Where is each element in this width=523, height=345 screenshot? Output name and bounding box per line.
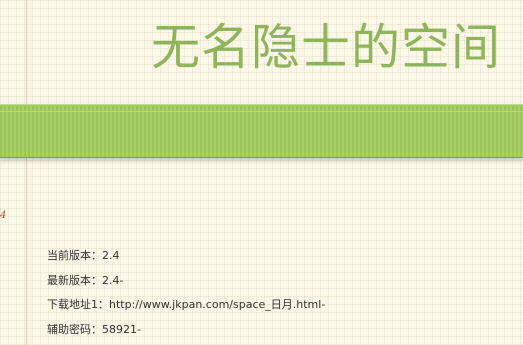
download-address-label: 下载地址1： [47,298,109,311]
version-info-list: 当前版本：2.4 最新版本：2.4- 下载地址1：http://www.jkpa… [47,244,325,342]
download-address-row: 下载地址1：http://www.jkpan.com/space_日月.html… [47,293,325,318]
latest-version-row: 最新版本：2.4- [47,269,325,294]
header-band [0,104,523,158]
latest-version-label: 最新版本： [47,273,102,287]
auxiliary-password-value: 58921- [102,322,141,336]
current-version-value: 2.4 [102,249,120,262]
margin-mark: 4 [0,210,7,221]
current-version-label: 当前版本： [47,249,102,262]
auxiliary-password-row: 辅助密码：58921- [47,318,325,343]
notebook-margin-line [26,0,27,345]
auxiliary-password-label: 辅助密码： [47,322,102,336]
latest-version-value: 2.4- [102,273,124,287]
current-version-row: 当前版本：2.4 [47,244,325,269]
header-band-highlight [0,111,523,112]
site-title: 无名隐士的空间 [150,19,501,76]
download-address-value: http://www.jkpan.com/space_日月.html- [109,298,326,311]
